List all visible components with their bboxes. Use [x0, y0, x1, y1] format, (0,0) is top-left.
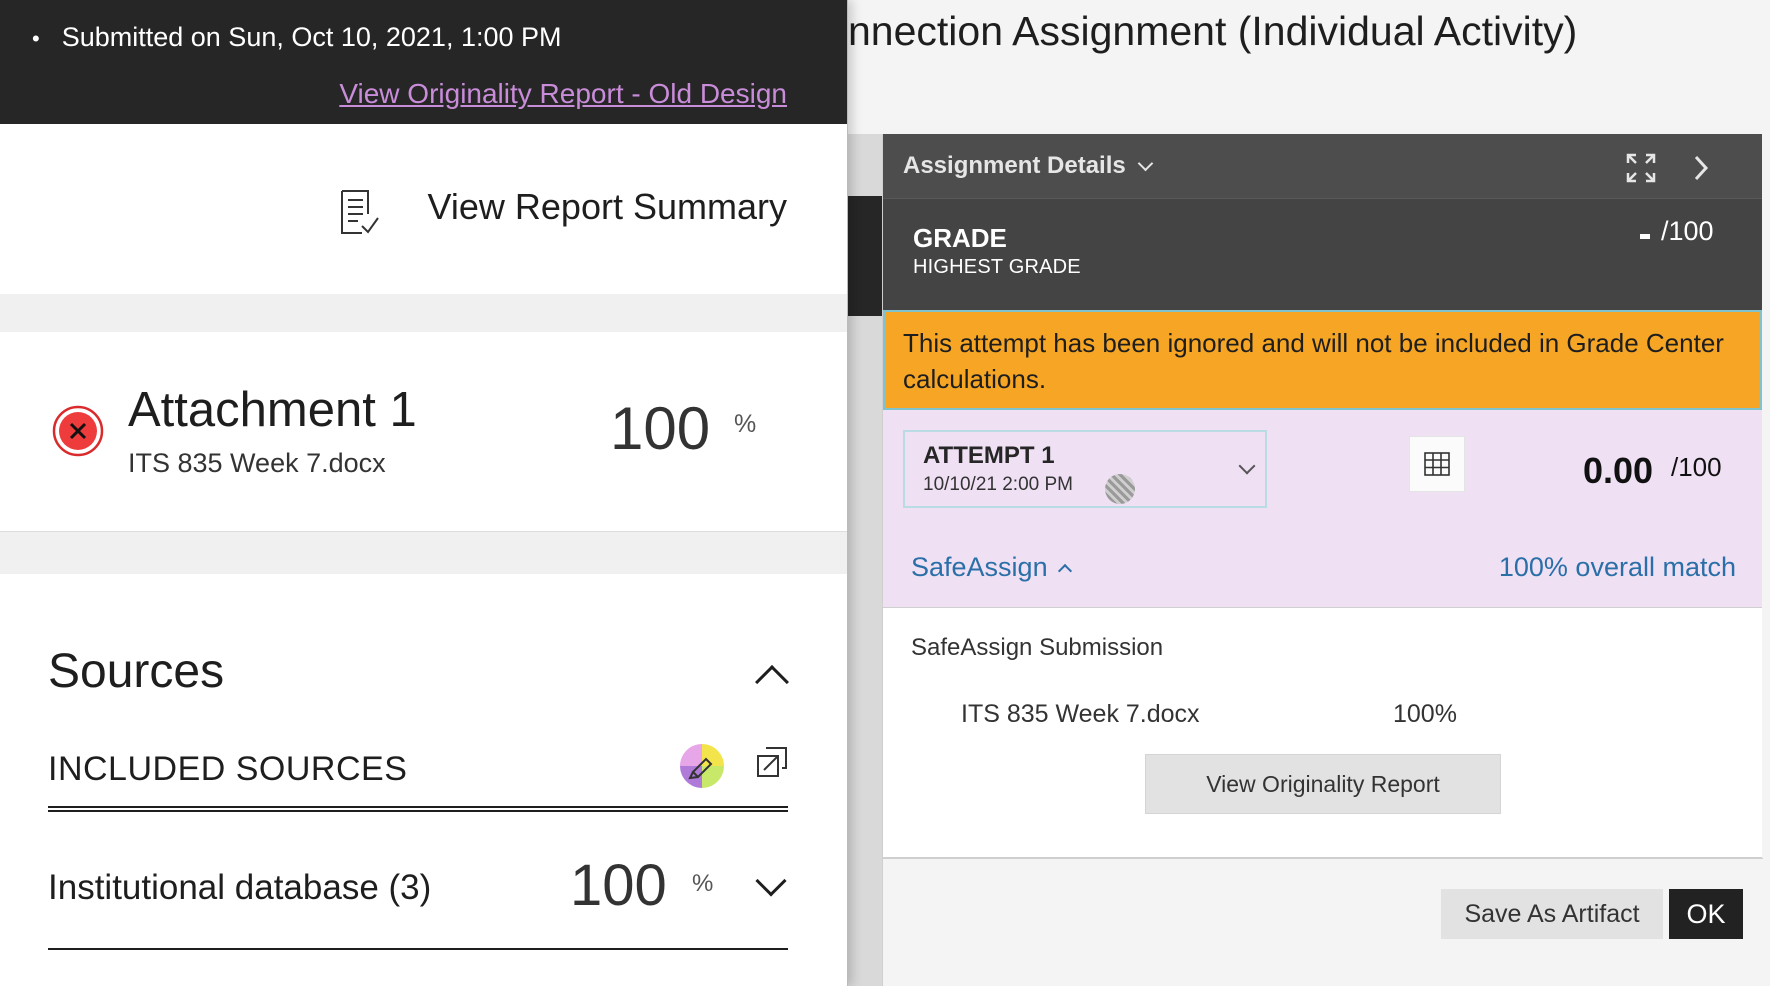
- chevron-up-icon: [1057, 563, 1072, 578]
- avatar: [1105, 474, 1135, 504]
- grade-denominator: /100: [1661, 216, 1714, 246]
- attempt-area: ATTEMPT 1 10/10/21 2:00 PM 0.00 /100 Saf…: [883, 410, 1762, 608]
- report-icon: [341, 190, 379, 234]
- attempt-date: 10/10/21 2:00 PM: [923, 474, 1073, 495]
- grade-label: GRADE: [913, 223, 1007, 253]
- divider: [0, 294, 847, 332]
- overall-match-link[interactable]: 100% overall match: [1499, 552, 1736, 583]
- submitted-text: Submitted on Sun, Oct 10, 2021, 1:00 PM: [32, 22, 562, 53]
- expand-icon[interactable]: [1625, 152, 1657, 184]
- attachment-name: Attachment 1: [128, 383, 417, 437]
- ok-button[interactable]: OK: [1669, 889, 1743, 939]
- page-title: nnection Assignment (Individual Activity…: [848, 8, 1578, 54]
- panel-footer: Save As Artifact OK: [883, 858, 1763, 986]
- view-report-summary-row[interactable]: View Report Summary: [0, 124, 847, 294]
- highlight-icon[interactable]: [680, 744, 724, 788]
- originality-report-panel: Submitted on Sun, Oct 10, 2021, 1:00 PM …: [0, 0, 848, 986]
- submission-percent: 100%: [1393, 700, 1457, 728]
- included-sources-title: INCLUDED SOURCES: [48, 750, 408, 788]
- safeassign-toggle[interactable]: SafeAssign: [911, 552, 1072, 583]
- grade-sub-label: HIGHEST GRADE: [913, 256, 1081, 278]
- background-dark-strip: [848, 196, 883, 316]
- attempt-select[interactable]: ATTEMPT 1 10/10/21 2:00 PM: [903, 430, 1267, 508]
- assignment-details-header[interactable]: Assignment Details: [883, 134, 1762, 198]
- attempt-label: ATTEMPT 1: [923, 442, 1055, 469]
- screen: nnection Assignment (Individual Activity…: [0, 0, 1770, 986]
- submission-title: SafeAssign Submission: [911, 634, 1164, 661]
- assignment-details-title: Assignment Details: [903, 152, 1126, 179]
- ignored-attempt-banner: This attempt has been ignored and will n…: [883, 310, 1762, 410]
- grade-block: GRADE HIGHEST GRADE: [883, 198, 1762, 310]
- institutional-percent-sign: %: [692, 870, 714, 897]
- divider: [0, 532, 847, 574]
- attachment-file: ITS 835 Week 7.docx: [128, 448, 386, 478]
- attachment-percent: 100: [610, 395, 711, 462]
- highlighter-icon: [688, 757, 713, 780]
- attempt-score[interactable]: 0.00: [1583, 450, 1653, 492]
- safeassign-label: SafeAssign: [911, 552, 1048, 582]
- attachment-percent-sign: %: [734, 410, 757, 438]
- submission-info-bar: Submitted on Sun, Oct 10, 2021, 1:00 PM …: [0, 0, 847, 124]
- chevron-up-icon[interactable]: [755, 665, 789, 699]
- chevron-down-icon[interactable]: [1137, 155, 1154, 171]
- included-sources-rule: [48, 806, 788, 812]
- grading-panel: Assignment Details GRADE HIGHEST GRADE /…: [882, 134, 1763, 986]
- grid-icon: [1424, 452, 1450, 476]
- open-in-new-icon[interactable]: [756, 746, 788, 778]
- view-report-summary-label: View Report Summary: [427, 186, 787, 227]
- old-design-link[interactable]: View Originality Report - Old Design: [339, 78, 787, 110]
- chevron-down-icon[interactable]: [755, 865, 787, 897]
- institutional-database-rule: [48, 948, 788, 950]
- grade-empty-dash: [1640, 234, 1650, 239]
- sources-title: Sources: [48, 645, 225, 698]
- institutional-database-percent: 100: [570, 853, 667, 918]
- attachment-row[interactable]: Attachment 1 ITS 835 Week 7.docx 100 %: [0, 332, 847, 532]
- rubric-grid-button[interactable]: [1409, 436, 1465, 492]
- view-originality-report-button[interactable]: View Originality Report: [1145, 754, 1501, 814]
- safeassign-submission: SafeAssign Submission ITS 835 Week 7.doc…: [883, 608, 1762, 858]
- chevron-right-icon[interactable]: [1691, 154, 1711, 182]
- institutional-database-label[interactable]: Institutional database (3): [48, 868, 431, 908]
- save-as-artifact-button[interactable]: Save As Artifact: [1441, 889, 1663, 939]
- sources-section: Sources INCLUDED SOURCES Institutional d…: [0, 574, 847, 986]
- submission-file: ITS 835 Week 7.docx: [961, 700, 1200, 728]
- close-circle-icon: [52, 405, 104, 457]
- attempt-score-denominator: /100: [1671, 452, 1722, 482]
